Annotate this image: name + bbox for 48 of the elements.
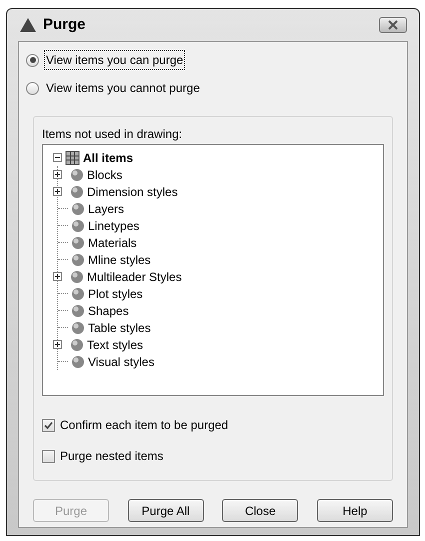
dialog-button[interactable]: Close [222,499,298,522]
close-icon [387,20,399,30]
tree-item[interactable]: Blocks [87,166,122,184]
tree-item[interactable]: Visual styles [88,352,154,370]
radio-button[interactable] [26,82,39,94]
tree-item[interactable]: Materials [88,234,137,252]
checkbox[interactable] [42,450,55,462]
tree-item[interactable]: Shapes [88,302,129,320]
sphere-icon [70,184,84,198]
window-title: Purge [43,14,86,35]
tree-item[interactable]: Text styles [87,336,144,354]
radio-label[interactable]: View items you cannot purge [44,78,202,98]
tree-item[interactable]: Table styles [88,318,151,336]
tree-item[interactable]: Dimension styles [87,182,178,200]
sphere-icon [71,286,85,300]
sphere-icon [71,354,85,368]
sphere-icon [70,338,84,352]
sphere-icon [71,304,85,318]
checkbox-label[interactable]: Confirm each item to be purged [60,416,228,434]
grid-icon [65,150,80,164]
tree-item[interactable]: Linetypes [88,216,140,234]
radio-label[interactable]: View items you can purge [44,50,186,70]
collapse-icon[interactable] [53,153,62,162]
tree-view[interactable]: All items Blocks Dimension styles Layers Linetypes Materials Mline styles Multileader Styles Plot styles Shapes Table styles Text styles Visual styles [42,144,384,396]
sphere-icon [71,252,85,266]
checkbox-label[interactable]: Purge nested items [60,447,164,465]
dialog-button[interactable]: Help [316,499,393,522]
expand-icon[interactable] [53,187,62,196]
tree-item[interactable]: Plot styles [88,284,143,302]
group-label: Items not used in drawing: [42,126,184,141]
expand-icon[interactable] [53,170,62,179]
close-button[interactable] [379,17,407,33]
tree-item[interactable]: Mline styles [88,250,151,268]
sphere-icon [71,218,85,232]
sphere-icon [71,236,85,250]
sphere-icon [71,202,85,216]
dialog-button[interactable]: Purge All [128,499,204,522]
sphere-icon [71,320,85,334]
checkbox[interactable] [42,418,55,432]
app-icon [19,17,37,33]
sphere-icon [70,270,84,284]
expand-icon[interactable] [53,272,62,281]
tree-item[interactable]: All items [83,148,134,166]
sphere-icon [70,168,84,182]
tree-item[interactable]: Layers [88,200,124,218]
tree-item[interactable]: Multileader Styles [87,268,182,286]
expand-icon[interactable] [53,340,62,349]
radio-button[interactable] [26,54,39,66]
